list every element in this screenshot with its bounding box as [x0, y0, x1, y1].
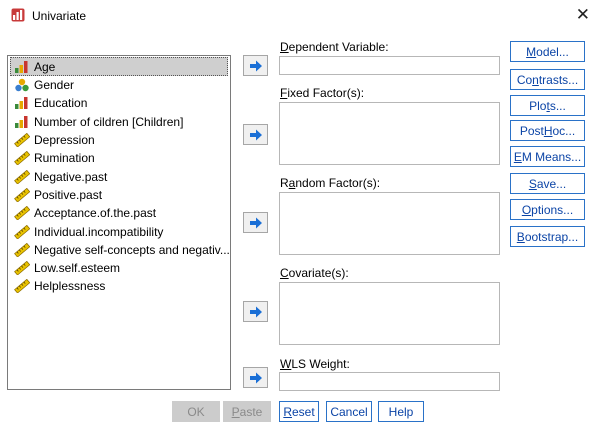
reset-button[interactable]: Reset [279, 401, 319, 422]
scale-ruler-icon [14, 242, 31, 258]
random-factors-label: Random Factor(s): [280, 176, 381, 190]
variable-item[interactable]: Rumination [8, 149, 230, 167]
plots-button[interactable]: Plo t s... [510, 95, 585, 116]
wls-weight-field[interactable] [279, 372, 500, 391]
options-button[interactable]: Options... [510, 199, 585, 220]
ordinal-bar-icon [14, 60, 30, 74]
source-variable-list[interactable]: Age Gender Education Number of cildren [Chi… [7, 55, 231, 390]
variable-label: Negative.past [34, 169, 108, 184]
variable-label: Age [34, 59, 56, 74]
variable-item[interactable]: Helplessness [8, 277, 230, 295]
paste-button[interactable]: Paste [223, 401, 271, 422]
variable-item[interactable]: Individual.incompatibility [8, 222, 230, 240]
variable-item[interactable]: Negative self-concepts and negativ... [8, 241, 230, 259]
fixed-factors-label: Fixed Factor(s): [280, 86, 365, 100]
scale-ruler-icon [14, 169, 31, 185]
univariate-dialog: Univariate ✕ Age Gender Education Number of… [0, 0, 600, 434]
variable-label: Number of cildren [Children] [34, 114, 184, 129]
move-right-arrow-icon [249, 306, 262, 317]
scale-ruler-icon [14, 279, 31, 294]
variable-label: Depression [34, 133, 95, 148]
scale-ruler-icon [14, 260, 31, 276]
dependent-variable-field[interactable] [279, 56, 500, 75]
move-to-fixed-factor-button[interactable] [243, 124, 268, 145]
model-button[interactable]: Model... [510, 41, 585, 62]
scale-ruler-icon [14, 224, 31, 240]
wls-weight-label: WLS Weight: [280, 357, 350, 371]
move-to-dependent-button[interactable] [243, 55, 268, 76]
move-to-covariate-button[interactable] [243, 301, 268, 322]
variable-item[interactable]: Gender [8, 76, 230, 94]
scale-ruler-icon [14, 151, 31, 166]
ordinal-bar-icon [14, 115, 30, 129]
random-factors-list[interactable] [279, 192, 500, 255]
close-icon[interactable]: ✕ [576, 5, 590, 25]
fixed-factors-list[interactable] [279, 102, 500, 165]
help-button[interactable]: Help [378, 401, 424, 422]
ok-button[interactable]: OK [172, 401, 220, 422]
nominal-circles-icon [14, 78, 30, 92]
save-button[interactable]: Save... [510, 173, 585, 194]
ordinal-bar-icon [14, 96, 30, 110]
move-right-arrow-icon [249, 60, 262, 71]
variable-item[interactable]: Low.self.esteem [8, 259, 230, 277]
variable-label: Acceptance.of.the.past [34, 206, 157, 221]
scale-ruler-icon [14, 187, 31, 203]
variable-item[interactable]: Acceptance.of.the.past [8, 204, 230, 222]
variable-label: Positive.past [34, 187, 103, 202]
bootstrap-button[interactable]: Bootstrap... [510, 226, 585, 247]
window-title: Univariate [32, 9, 87, 23]
cancel-button[interactable]: Cancel [326, 401, 372, 422]
univariate-app-icon [11, 8, 25, 22]
em-means-button[interactable]: EM Means... [510, 146, 585, 167]
variable-item[interactable]: Positive.past [8, 186, 230, 204]
variable-item[interactable]: Education [8, 94, 230, 112]
move-right-arrow-icon [249, 372, 262, 383]
move-to-random-factor-button[interactable] [243, 212, 268, 233]
move-right-arrow-icon [249, 217, 262, 228]
variable-label: Rumination [34, 151, 95, 166]
variable-label: Negative self-concepts and negativ... [34, 242, 230, 257]
scale-ruler-icon [14, 206, 31, 221]
title-bar: Univariate ✕ [0, 0, 600, 30]
variable-item[interactable]: Depression [8, 131, 230, 149]
scale-ruler-icon [14, 132, 31, 148]
covariates-label: Covariate(s): [280, 266, 349, 280]
variable-label: Education [34, 96, 88, 111]
variable-item[interactable]: Negative.past [8, 167, 230, 185]
covariates-list[interactable] [279, 282, 500, 345]
move-right-arrow-icon [249, 129, 262, 140]
dependent-variable-label: Dependent Variable: [280, 40, 389, 54]
variable-label: Individual.incompatibility [34, 224, 164, 239]
variable-label: Gender [34, 78, 75, 93]
variable-label: Low.self.esteem [34, 261, 121, 276]
move-to-wls-weight-button[interactable] [243, 367, 268, 388]
contrasts-button[interactable]: Co n trasts... [510, 69, 585, 90]
variable-item[interactable]: Age [10, 57, 228, 76]
variable-label: Helplessness [34, 279, 106, 294]
variable-item[interactable]: Number of cildren [Children] [8, 113, 230, 131]
post-hoc-button[interactable]: Post Hoc... [510, 120, 585, 141]
